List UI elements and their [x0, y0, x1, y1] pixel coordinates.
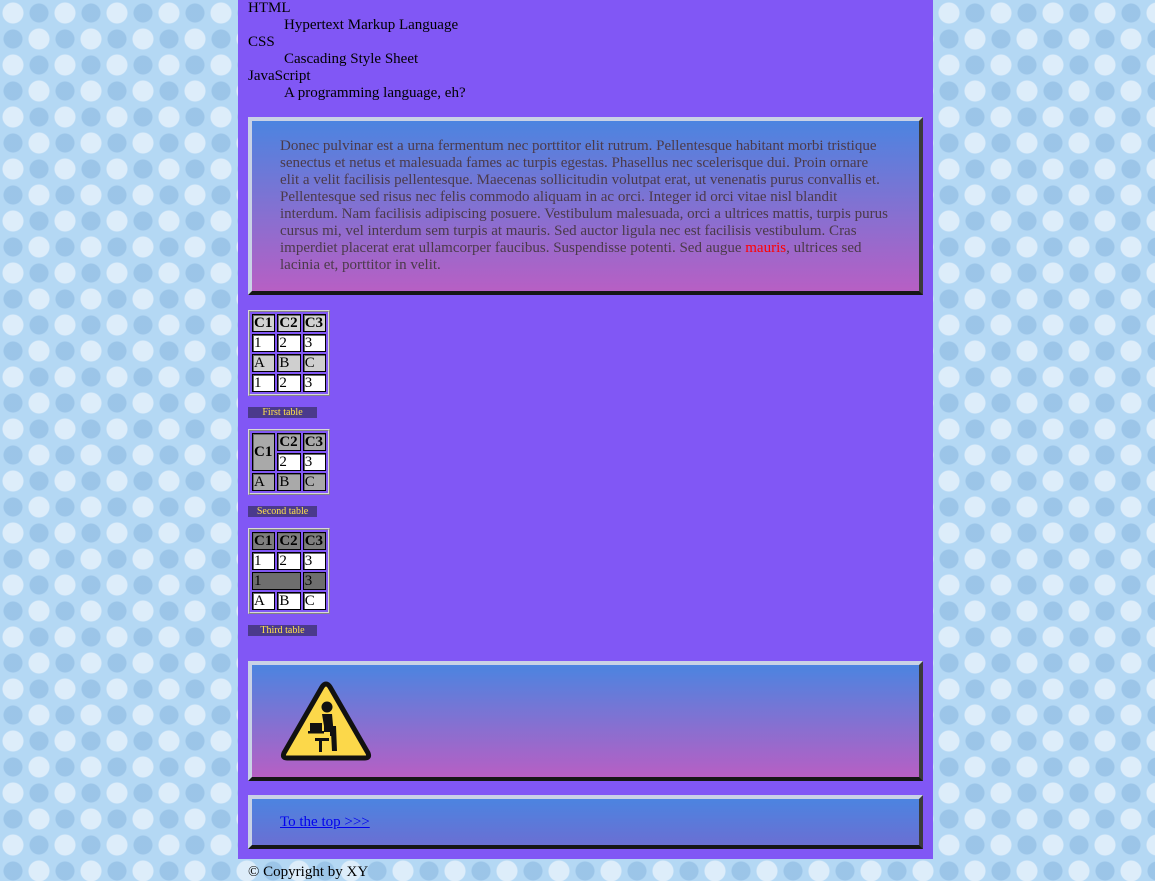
third-table: C1 C2 C3 1 2 3 1 3 A B C — [248, 528, 331, 614]
top-link-panel: To the top >>> — [248, 795, 923, 849]
table-cell: A — [252, 473, 276, 491]
table-cell: 1 — [252, 572, 301, 590]
first-table: C1 C2 C3 1 2 3 A B C 1 2 3 — [248, 310, 331, 396]
banner-panel — [248, 661, 923, 781]
definition-term: HTML — [248, 0, 291, 16]
table-header: C3 — [302, 433, 327, 451]
lorem-paragraph: Donec pulvinar est a urna fermentum nec … — [252, 121, 919, 291]
table-header: C2 — [277, 314, 301, 332]
table-cell: 1 — [252, 334, 276, 352]
table-header: C2 — [277, 433, 301, 451]
table-cell: C — [302, 473, 327, 491]
table-cell: 2 — [277, 453, 301, 471]
lorem-text: Donec pulvinar est a urna fermentum nec … — [280, 138, 888, 256]
table-header: C3 — [302, 532, 327, 550]
table-cell: 3 — [302, 453, 327, 471]
definition-term: CSS — [248, 34, 275, 50]
page-container: HTML Hypertext Markup Language CSS Casca… — [238, 0, 933, 880]
lorem-highlight: mauris — [745, 240, 787, 256]
table-cell: 1 — [252, 374, 276, 392]
table-cell: C — [302, 592, 327, 610]
person-at-computer-warning-icon — [280, 680, 372, 767]
table-cell: C — [302, 354, 327, 372]
table-cell: A — [252, 592, 276, 610]
table-header: C1 — [252, 532, 276, 550]
lorem-panel: Donec pulvinar est a urna fermentum nec … — [248, 117, 923, 295]
third-table-caption: Third table — [248, 625, 317, 636]
definition-term: JavaScript — [248, 68, 311, 84]
table-cell: 3 — [302, 552, 327, 570]
table-cell: B — [277, 592, 301, 610]
table-cell: 1 — [252, 552, 276, 570]
table-cell: B — [277, 354, 301, 372]
definition-description: Cascading Style Sheet — [284, 51, 419, 67]
table-cell: 3 — [302, 334, 327, 352]
second-table-caption: Second table — [248, 506, 317, 517]
table-cell: 3 — [302, 572, 327, 590]
table-cell: A — [252, 354, 276, 372]
table-cell: 2 — [277, 552, 301, 570]
second-table: C1 C2 C3 2 3 A B C — [248, 429, 331, 495]
definition-description: Hypertext Markup Language — [284, 17, 459, 33]
table-header: C1 — [252, 314, 276, 332]
table-cell: 2 — [277, 374, 301, 392]
first-table-caption: First table — [248, 407, 317, 418]
table-header: C1 — [252, 433, 276, 471]
definition-description: A programming language, eh? — [284, 85, 466, 101]
table-header: C2 — [277, 532, 301, 550]
table-cell: B — [277, 473, 301, 491]
definition-list: HTML Hypertext Markup Language CSS Casca… — [248, 0, 933, 102]
table-cell: 3 — [302, 374, 327, 392]
table-header: C3 — [302, 314, 327, 332]
to-top-link[interactable]: To the top >>> — [280, 814, 370, 830]
table-cell: 2 — [277, 334, 301, 352]
